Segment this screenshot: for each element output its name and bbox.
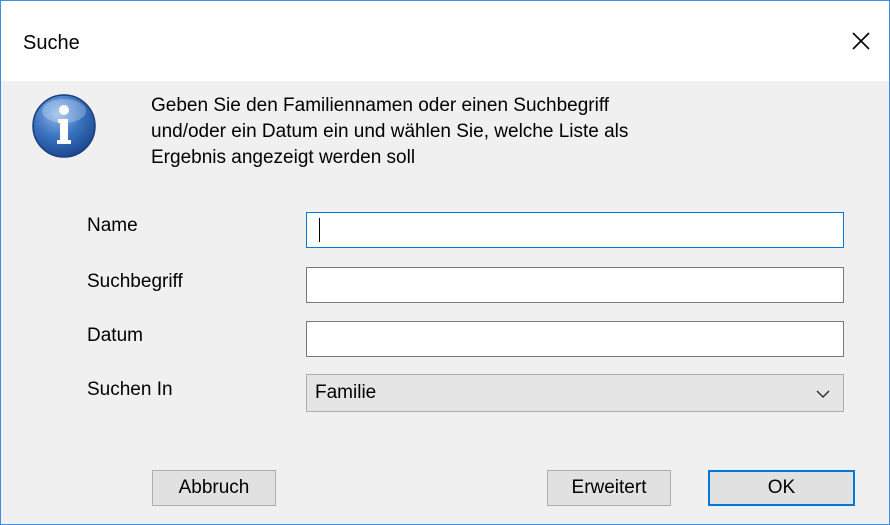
info-icon [32, 94, 96, 158]
close-icon [852, 32, 870, 50]
date-label: Datum [87, 325, 143, 346]
dialog-title: Suche [23, 32, 80, 54]
cancel-button[interactable]: Abbruch [152, 470, 276, 506]
name-label: Name [87, 215, 138, 236]
search-in-value: Familie [315, 382, 377, 403]
instruction-line: und/oder ein Datum ein und wählen Sie, w… [151, 121, 629, 142]
date-input[interactable] [306, 321, 844, 357]
advanced-button[interactable]: Erweitert [547, 470, 671, 506]
close-button[interactable] [833, 21, 889, 61]
search-in-label: Suchen In [87, 379, 173, 400]
instruction-line: Geben Sie den Familiennamen oder einen S… [151, 95, 610, 116]
ok-button[interactable]: OK [708, 470, 855, 506]
search-in-select[interactable]: Familie [306, 374, 844, 412]
search-dialog: Suche Geben Sie den Familiennamen oder e… [0, 0, 890, 525]
name-input[interactable] [306, 212, 844, 248]
search-term-label: Suchbegriff [87, 271, 183, 292]
title-bar: Suche [1, 1, 889, 81]
instruction-line: Ergebnis angezeigt werden soll [151, 147, 416, 168]
instruction-text: Geben Sie den Familiennamen oder einen S… [151, 93, 811, 171]
search-term-input[interactable] [306, 267, 844, 303]
chevron-down-icon [816, 390, 830, 399]
text-caret [319, 218, 320, 242]
